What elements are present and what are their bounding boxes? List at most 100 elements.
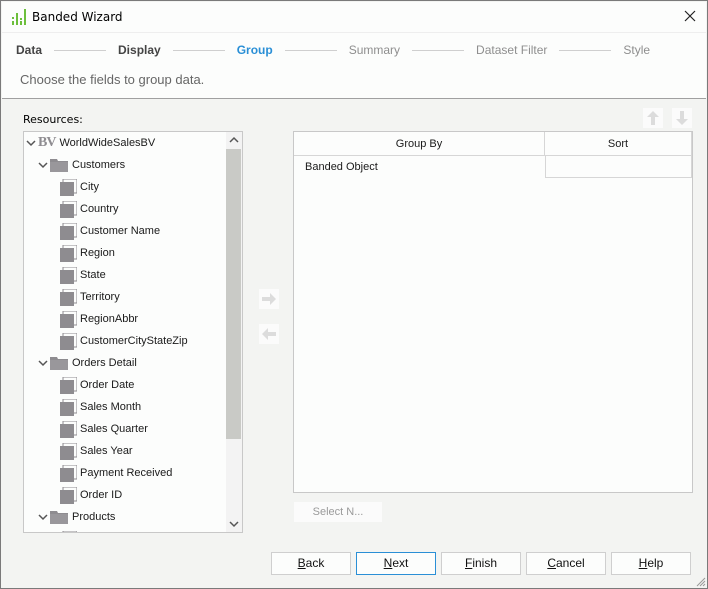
step-group[interactable]: Group	[237, 43, 273, 57]
remove-arrow-icon[interactable]	[259, 324, 279, 344]
back-button[interactable]: Back	[271, 552, 351, 575]
step-data[interactable]: Data	[16, 43, 42, 57]
chevron-down-icon[interactable]	[38, 512, 48, 522]
folder-icon	[50, 511, 68, 524]
step-display[interactable]: Display	[118, 43, 161, 57]
tree-label: Sales Quarter	[80, 423, 148, 435]
tree-node-folder[interactable]: Customers	[38, 154, 125, 176]
tree-label: Customers	[72, 159, 126, 171]
tree-node-field[interactable]: Customer Name	[60, 220, 160, 242]
tree-node-field[interactable]: Sales Year	[60, 440, 133, 462]
resources-tree[interactable]: BV WorldWideSalesBV Customers City Country Cu…	[23, 131, 243, 533]
tree-label: RegionAbbr	[80, 313, 139, 325]
label-rest: inish	[472, 556, 498, 570]
tree-node-field[interactable]: Territory	[60, 286, 120, 308]
field-icon	[60, 464, 77, 482]
field-icon	[60, 420, 77, 438]
next-button[interactable]: Next	[356, 552, 436, 575]
tree-node-field[interactable]: State	[60, 264, 106, 286]
tree-label: CustomerCityStateZip	[80, 335, 188, 347]
business-view-icon: BV	[38, 135, 56, 150]
tree-label: State	[80, 269, 106, 281]
table-row[interactable]: Banded Object	[294, 156, 692, 178]
field-icon	[60, 178, 77, 196]
tree-node-folder[interactable]: Products	[38, 506, 115, 528]
tree-node-field[interactable]	[60, 528, 80, 532]
label-rest: elp	[647, 556, 664, 570]
field-icon	[60, 376, 77, 394]
cancel-button[interactable]: Cancel	[526, 552, 606, 575]
tree-node-field[interactable]: Payment Received	[60, 462, 172, 484]
chevron-down-icon[interactable]	[38, 160, 48, 170]
step-summary[interactable]: Summary	[349, 43, 400, 57]
select-n-button[interactable]: Select N...	[294, 502, 382, 522]
label-rest: ack	[305, 556, 325, 570]
tree-node-field[interactable]: Sales Quarter	[60, 418, 148, 440]
tree-node-field[interactable]: RegionAbbr	[60, 308, 138, 330]
sort-cell[interactable]	[545, 156, 692, 178]
step-description: Choose the fields to group data.	[20, 72, 205, 87]
tree-node-root[interactable]: BV WorldWideSalesBV	[26, 132, 155, 154]
group-by-cell[interactable]: Banded Object	[294, 156, 545, 178]
folder-icon	[50, 159, 68, 172]
step-connector	[284, 49, 337, 51]
tree-label: Payment Received	[80, 467, 173, 479]
tree-node-folder[interactable]: Orders Detail	[38, 352, 137, 374]
tree-node-field[interactable]: Order Date	[60, 374, 134, 396]
title-bar: Banded Wizard	[2, 2, 706, 33]
banded-wizard-dialog: Banded Wizard Data Display Group Summary…	[0, 0, 708, 589]
chevron-down-icon[interactable]	[38, 358, 48, 368]
tree-label: Territory	[80, 291, 120, 303]
chevron-down-icon[interactable]	[26, 138, 36, 148]
mnemonic: B	[297, 556, 306, 570]
scroll-down-icon[interactable]	[226, 516, 242, 532]
grid-header: Group By Sort	[294, 132, 692, 156]
help-button[interactable]: Help	[611, 552, 691, 575]
tree-label: Order ID	[80, 489, 123, 501]
field-icon	[62, 530, 77, 532]
folder-icon	[50, 357, 68, 370]
step-connector	[172, 49, 225, 51]
column-header-group-by[interactable]: Group By	[294, 132, 545, 156]
label-rest: ext	[392, 556, 409, 570]
tree-label: Customer Name	[80, 225, 161, 237]
scroll-up-icon[interactable]	[226, 132, 242, 148]
tree-node-field[interactable]: CustomerCityStateZip	[60, 330, 188, 352]
tree-node-field[interactable]: Sales Month	[60, 396, 141, 418]
resources-label: Resources:	[23, 113, 83, 126]
resize-grip-icon[interactable]	[696, 577, 706, 587]
field-icon	[60, 398, 77, 416]
tree-node-field[interactable]: Country	[60, 198, 119, 220]
field-icon	[60, 310, 77, 328]
column-header-sort[interactable]: Sort	[545, 132, 692, 156]
field-icon	[60, 288, 77, 306]
tree-scrollbar[interactable]	[226, 132, 242, 532]
window-title: Banded Wizard	[32, 10, 123, 24]
move-up-icon[interactable]	[643, 108, 663, 128]
wizard-bars-icon	[12, 9, 26, 25]
scroll-thumb[interactable]	[226, 149, 241, 439]
tree-label: Country	[80, 203, 119, 215]
tree-label: Order Date	[80, 379, 135, 391]
wizard-header: Banded Wizard Data Display Group Summary…	[2, 2, 706, 99]
tree-node-field[interactable]: Region	[60, 242, 115, 264]
field-icon	[60, 222, 77, 240]
tree-label: Region	[80, 247, 115, 259]
step-style[interactable]: Style	[623, 43, 650, 57]
step-dataset-filter[interactable]: Dataset Filter	[476, 43, 547, 57]
step-connector	[412, 49, 465, 51]
wizard-steps: Data Display Group Summary Dataset Filte…	[16, 42, 650, 58]
tree-label: Products	[72, 511, 116, 523]
tree-label: Sales Year	[80, 445, 133, 457]
add-arrow-icon[interactable]	[259, 289, 279, 309]
label-rest: ancel	[555, 556, 585, 570]
tree-node-field[interactable]: Order ID	[60, 484, 122, 506]
step-connector	[559, 49, 612, 51]
finish-button[interactable]: Finish	[441, 552, 521, 575]
move-down-icon[interactable]	[672, 108, 692, 128]
field-icon	[60, 332, 77, 350]
field-icon	[60, 244, 77, 262]
close-icon[interactable]	[682, 8, 698, 24]
tree-node-field[interactable]: City	[60, 176, 99, 198]
field-icon	[60, 442, 77, 460]
